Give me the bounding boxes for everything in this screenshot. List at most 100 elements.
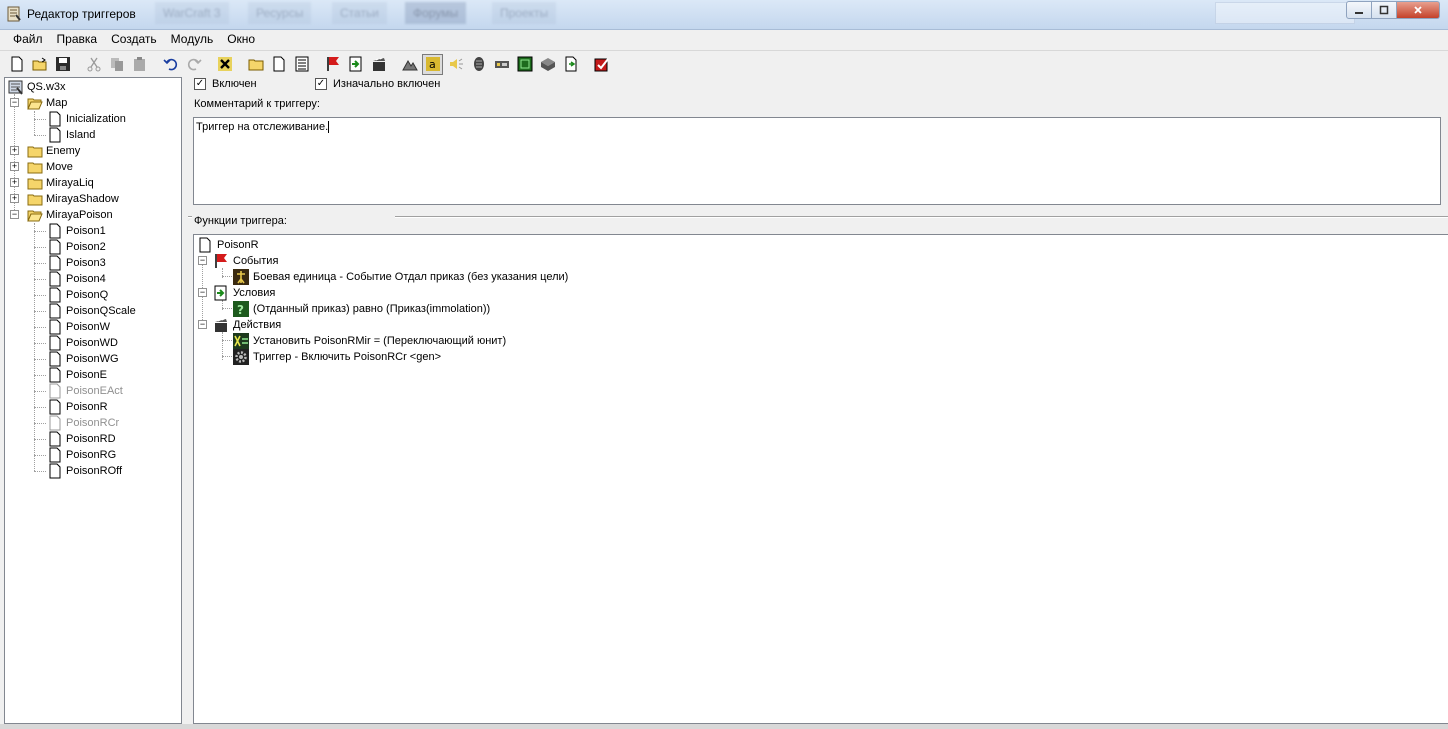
redo-button[interactable] xyxy=(183,54,204,75)
close-button[interactable] xyxy=(1397,1,1440,19)
tree-trigger[interactable]: PoisonRD xyxy=(47,431,116,447)
event-item[interactable]: Боевая единица - Событие Отдал приказ (б… xyxy=(233,269,568,285)
unit-editor-button[interactable] xyxy=(537,54,558,75)
tree-trigger[interactable]: PoisonQScale xyxy=(47,303,136,319)
tree-trigger[interactable]: Poison2 xyxy=(47,239,106,255)
undo-button[interactable] xyxy=(160,54,181,75)
tree-root[interactable]: QS.w3x xyxy=(8,79,66,95)
tree-line xyxy=(222,356,232,357)
copy-icon xyxy=(110,58,123,71)
redo-icon xyxy=(187,58,202,71)
events-row[interactable]: События xyxy=(213,253,278,269)
trigger-tree[interactable]: QS.w3x − Map Inicialization Island + Enemy + Mov… xyxy=(4,77,182,724)
camera-icon xyxy=(494,61,509,68)
cut-button[interactable] xyxy=(83,54,104,75)
initially-on-checkbox[interactable]: ✓ xyxy=(315,78,327,90)
delete-button[interactable] xyxy=(214,54,235,75)
initially-on-checkbox-row[interactable]: ✓ Изначально включен xyxy=(315,78,440,90)
condition-text: (Отданный приказ) равно (Приказ(immolati… xyxy=(253,303,491,315)
comment-label: Комментарий к триггеру: xyxy=(194,98,320,110)
tree-folder[interactable]: Enemy xyxy=(27,143,80,159)
tree-trigger[interactable]: PoisonE xyxy=(47,367,107,383)
tree-item-label: PoisonWD xyxy=(66,337,118,349)
paste-button[interactable] xyxy=(129,54,150,75)
menu-window[interactable]: Окно xyxy=(220,30,262,48)
import-icon xyxy=(565,56,576,72)
expand-folder[interactable]: + xyxy=(10,178,19,187)
save-button[interactable] xyxy=(52,54,73,75)
menu-create[interactable]: Создать xyxy=(104,30,164,48)
tree-trigger[interactable]: PoisonEAct xyxy=(47,383,123,399)
new-comment-button[interactable] xyxy=(291,54,312,75)
enabled-checkbox[interactable]: ✓ xyxy=(194,78,206,90)
test-map-button[interactable] xyxy=(591,54,612,75)
object-editor-button[interactable]: a xyxy=(422,53,443,75)
ai-editor-button[interactable] xyxy=(468,54,489,75)
tree-line xyxy=(34,455,46,456)
condition-item[interactable]: ? (Отданный приказ) равно (Приказ(immola… xyxy=(233,301,490,317)
expand-folder[interactable]: + xyxy=(10,162,19,171)
action-item[interactable]: Триггер - Включить PoisonRCr <gen> xyxy=(233,349,441,365)
tree-trigger[interactable]: PoisonQ xyxy=(47,287,108,303)
tree-item-label: PoisonEAct xyxy=(66,385,123,397)
new-category-button[interactable] xyxy=(245,54,266,75)
conditions-row[interactable]: Условия xyxy=(213,285,275,301)
folder-open-icon xyxy=(27,98,43,110)
new-event-icon xyxy=(326,57,339,71)
collapse-conditions[interactable]: − xyxy=(198,288,207,297)
terrain-editor-button[interactable] xyxy=(399,54,420,75)
collapse-folder[interactable]: − xyxy=(10,210,19,219)
open-button[interactable] xyxy=(29,54,50,75)
folder-icon xyxy=(27,162,43,174)
tree-trigger[interactable]: Island xyxy=(47,127,95,143)
tree-trigger[interactable]: PoisonR xyxy=(47,399,108,415)
tree-folder[interactable]: MirayaLiq xyxy=(27,175,94,191)
tree-folder[interactable]: Move xyxy=(27,159,73,175)
tree-folder[interactable]: MirayaShadow xyxy=(27,191,119,207)
trigger-functions-tree[interactable]: PoisonR − События Боевая единица - Событ… xyxy=(193,234,1448,724)
new-condition-button[interactable] xyxy=(345,54,366,75)
new-event-button[interactable] xyxy=(322,54,343,75)
new-action-button[interactable] xyxy=(368,54,389,75)
collapse-events[interactable]: − xyxy=(198,256,207,265)
tree-trigger[interactable]: Poison4 xyxy=(47,271,106,287)
tree-trigger[interactable]: PoisonRG xyxy=(47,447,116,463)
collapse-folder[interactable]: − xyxy=(10,98,19,107)
enabled-checkbox-row[interactable]: ✓ Включен xyxy=(194,78,257,90)
new-trigger-button[interactable] xyxy=(268,54,289,75)
group-divider xyxy=(395,216,1448,218)
actions-row[interactable]: Действия xyxy=(213,317,281,333)
tree-folder[interactable]: MirayaPoison xyxy=(27,207,113,223)
test-map-icon xyxy=(594,58,609,72)
menu-edit[interactable]: Правка xyxy=(50,30,105,48)
tree-trigger[interactable]: Poison3 xyxy=(47,255,106,271)
comment-textarea[interactable]: Триггер на отслеживание. xyxy=(193,117,1441,205)
tree-trigger[interactable]: PoisonW xyxy=(47,319,110,335)
tree-trigger[interactable]: Inicialization xyxy=(47,111,126,127)
copy-button[interactable] xyxy=(106,54,127,75)
panel-splitter[interactable] xyxy=(182,77,192,724)
sound-editor-button[interactable] xyxy=(445,54,466,75)
trigger-icon xyxy=(49,287,61,303)
tree-item-label: PoisonRG xyxy=(66,449,117,461)
tree-trigger[interactable]: PoisonWD xyxy=(47,335,118,351)
import-manager-button[interactable] xyxy=(560,54,581,75)
tree-folder[interactable]: Map xyxy=(27,95,67,111)
menu-file[interactable]: Файл xyxy=(6,30,50,48)
minimize-button[interactable] xyxy=(1346,1,1372,19)
tree-item-label: PoisonROff xyxy=(66,465,123,477)
expand-folder[interactable]: + xyxy=(10,194,19,203)
collapse-actions[interactable]: − xyxy=(198,320,207,329)
tree-trigger[interactable]: PoisonROff xyxy=(47,463,122,479)
action-item[interactable]: Установить PoisonRMir = (Переключающий ю… xyxy=(233,333,506,349)
trigger-name-row[interactable]: PoisonR xyxy=(197,237,259,253)
camera-editor-button[interactable] xyxy=(491,54,512,75)
tree-trigger[interactable]: PoisonRCr xyxy=(47,415,119,431)
expand-folder[interactable]: + xyxy=(10,146,19,155)
tree-trigger[interactable]: PoisonWG xyxy=(47,351,119,367)
maximize-button[interactable] xyxy=(1372,1,1397,19)
menu-module[interactable]: Модуль xyxy=(164,30,221,48)
region-editor-button[interactable] xyxy=(514,54,535,75)
new-button[interactable] xyxy=(6,54,27,75)
tree-trigger[interactable]: Poison1 xyxy=(47,223,106,239)
